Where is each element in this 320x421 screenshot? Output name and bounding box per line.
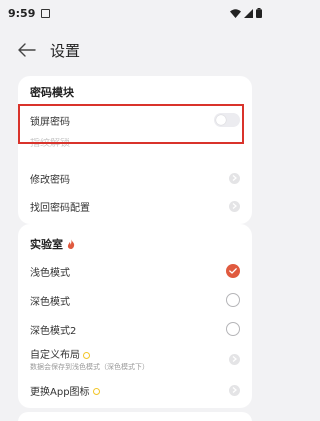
page-title: 设置: [50, 41, 81, 60]
dark-mode-label: 深色模式: [30, 296, 70, 308]
flame-icon: [67, 239, 75, 249]
change-icon-row[interactable]: 更换App图标: [18, 376, 252, 404]
custom-layout-label: 自定义布局: [30, 350, 80, 361]
chevron-right-icon: [229, 384, 240, 396]
check-icon: [229, 268, 237, 274]
notification-app-icon: [41, 8, 51, 18]
arrow-left-icon[interactable]: [18, 40, 38, 60]
new-badge-icon: [92, 388, 100, 395]
lab-card: 实验室 浅色模式 深色模式 深色模式2 自定义布局 数据会保存到浅色模式（深色模…: [18, 224, 252, 408]
recover-password-row[interactable]: 找回密码配置: [18, 192, 252, 220]
chevron-right-icon: [229, 200, 240, 212]
dark-mode2-radio[interactable]: [226, 322, 240, 336]
custom-layout-note: 数据会保存到浅色模式（深色模式下）: [30, 363, 149, 371]
chevron-right-icon: [229, 353, 240, 365]
custom-layout-text: 自定义布局 数据会保存到浅色模式（深色模式下）: [30, 346, 229, 372]
custom-layout-row[interactable]: 自定义布局 数据会保存到浅色模式（深色模式下）: [18, 344, 252, 374]
light-mode-radio[interactable]: [226, 264, 240, 278]
fingerprint-row[interactable]: 指纹解锁: [18, 138, 252, 154]
password-section-title: 密码模块: [30, 84, 74, 100]
fingerprint-label: 指纹解锁: [30, 138, 70, 149]
lock-screen-row[interactable]: 锁屏密码: [18, 106, 252, 134]
new-badge-icon: [83, 351, 90, 359]
next-card: [18, 412, 252, 421]
lock-screen-toggle[interactable]: [214, 113, 240, 127]
battery-icon: [256, 8, 262, 18]
app-bar: 设置: [0, 30, 270, 70]
dark-mode-row[interactable]: 深色模式: [18, 286, 252, 314]
wifi-icon: [230, 8, 241, 18]
change-password-label: 修改密码: [30, 174, 70, 186]
light-mode-label: 浅色模式: [30, 267, 70, 279]
password-section-title-text: 密码模块: [30, 86, 74, 99]
chevron-right-icon: [229, 172, 240, 184]
status-icons: [230, 8, 262, 18]
signal-icon: [244, 8, 253, 18]
change-password-row[interactable]: 修改密码: [18, 164, 252, 192]
light-mode-row[interactable]: 浅色模式: [18, 257, 252, 285]
dark-mode2-label: 深色模式2: [30, 325, 77, 337]
status-bar: 9:59: [0, 0, 270, 26]
lab-section-title-text: 实验室: [30, 238, 63, 251]
lock-screen-label: 锁屏密码: [30, 116, 70, 128]
recover-password-label: 找回密码配置: [30, 202, 90, 214]
dark-mode2-row[interactable]: 深色模式2: [18, 315, 252, 343]
password-card: 密码模块 锁屏密码 指纹解锁 修改密码 找回密码配置: [18, 76, 252, 224]
lab-section-title: 实验室: [30, 236, 75, 252]
dark-mode-radio[interactable]: [226, 293, 240, 307]
change-icon-text: 更换App图标: [30, 383, 229, 398]
status-time: 9:59: [8, 6, 36, 20]
change-icon-label: 更换App图标: [30, 386, 90, 398]
